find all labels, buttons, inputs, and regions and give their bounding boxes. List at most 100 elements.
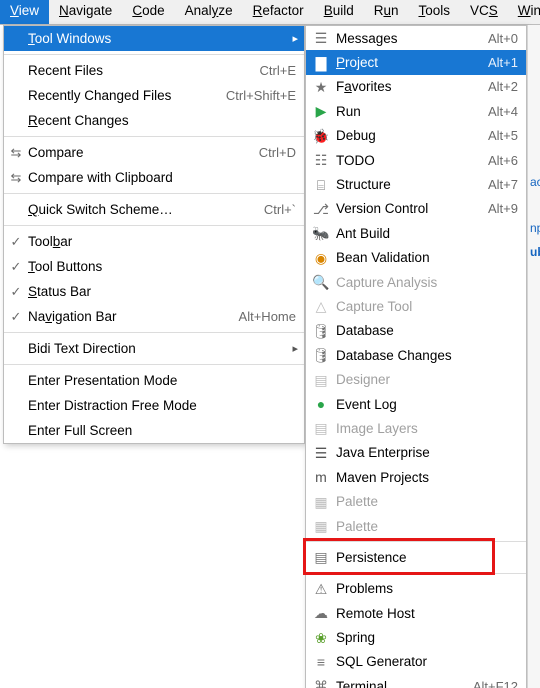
tool-window-favorites[interactable]: ★FavoritesAlt+2	[306, 75, 526, 99]
menu-item-tool-buttons[interactable]: ✓Tool Buttons	[4, 254, 304, 279]
favorites-icon: ★	[312, 78, 330, 96]
check-icon: ✓	[8, 309, 24, 325]
tool-window-structure[interactable]: ⌸StructureAlt+7	[306, 172, 526, 196]
submenu-item-label: Project	[336, 55, 488, 70]
submenu-item-shortcut: Alt+7	[488, 177, 518, 192]
persistence-icon: ▤	[312, 548, 330, 566]
tool-window-java-enterprise[interactable]: ☰Java Enterprise	[306, 441, 526, 465]
menu-item-label: Tool Windows	[28, 31, 296, 46]
tool-window-event-log[interactable]: ● Event Log	[306, 392, 526, 416]
image-layers-icon: ▤	[312, 419, 330, 437]
todo-icon: ☷	[312, 151, 330, 169]
menubar-item-refactor[interactable]: Refactor	[243, 0, 314, 24]
submenu-item-label: Image Layers	[336, 421, 518, 436]
menubar-item-vcs[interactable]: VCS	[460, 0, 508, 24]
menu-item-shortcut: Alt+Home	[231, 309, 296, 324]
event-log-icon: ●	[312, 395, 330, 413]
tool-window-project[interactable]: ▇ ProjectAlt+1	[306, 50, 526, 74]
menu-item-tool-windows[interactable]: Tool Windows▸	[4, 26, 304, 51]
submenu-item-label: Palette	[336, 494, 518, 509]
tool-window-messages[interactable]: ☰MessagesAlt+0	[306, 26, 526, 50]
view-menu-dropdown: Tool Windows▸Recent FilesCtrl+ERecently …	[3, 25, 305, 444]
messages-icon: ☰	[312, 29, 330, 47]
tool-window-run[interactable]: ▶RunAlt+4	[306, 99, 526, 123]
background-strip: ac np ub	[527, 25, 540, 688]
menu-item-enter-distraction-free-mode[interactable]: Enter Distraction Free Mode	[4, 393, 304, 418]
menu-item-label: Compare with Clipboard	[28, 170, 296, 185]
menu-separator	[4, 193, 304, 194]
tool-window-problems[interactable]: ⚠Problems	[306, 577, 526, 601]
submenu-item-label: Capture Analysis	[336, 275, 518, 290]
tool-window-ant-build[interactable]: 🐜Ant Build	[306, 221, 526, 245]
menu-item-enter-full-screen[interactable]: Enter Full Screen	[4, 418, 304, 443]
tool-window-bean-validation[interactable]: ◉ Bean Validation	[306, 246, 526, 270]
tool-window-remote-host[interactable]: ☁Remote Host	[306, 601, 526, 625]
tool-windows-submenu: ☰MessagesAlt+0 ▇ ProjectAlt+1 ★FavoritesAlt…	[305, 25, 527, 688]
menu-item-compare-with-clipboard[interactable]: ⇆ Compare with Clipboard	[4, 165, 304, 190]
menu-item-recent-files[interactable]: Recent FilesCtrl+E	[4, 58, 304, 83]
menu-item-toolbar[interactable]: ✓Toolbar	[4, 229, 304, 254]
compare-icon: ⇆	[8, 145, 24, 161]
submenu-item-label: SQL Generator	[336, 654, 518, 669]
submenu-item-label: Palette	[336, 519, 518, 534]
tool-window-debug[interactable]: 🐞DebugAlt+5	[306, 124, 526, 148]
designer-icon: ▤	[312, 371, 330, 389]
compare-clip-icon: ⇆	[8, 170, 24, 186]
check-icon: ✓	[8, 259, 24, 275]
submenu-item-label: Database Changes	[336, 348, 518, 363]
submenu-item-shortcut: Alt+9	[488, 201, 518, 216]
menubar-item-view[interactable]: View	[0, 0, 49, 24]
menubar-item-analyze[interactable]: Analyze	[175, 0, 243, 24]
submenu-item-shortcut: Alt+4	[488, 104, 518, 119]
menubar-item-navigate[interactable]: Navigate	[49, 0, 122, 24]
tool-window-maven-projects[interactable]: mMaven Projects	[306, 465, 526, 489]
tool-window-image-layers: ▤ Image Layers	[306, 416, 526, 440]
tool-window-todo[interactable]: ☷TODOAlt+6	[306, 148, 526, 172]
tool-window-database[interactable]: 🛢Database	[306, 319, 526, 343]
submenu-item-label: Bean Validation	[336, 250, 518, 265]
tool-window-palette: ▦Palette	[306, 489, 526, 513]
submenu-item-shortcut: Alt+5	[488, 128, 518, 143]
tool-window-spring[interactable]: ❀Spring	[306, 625, 526, 649]
menubar-item-build[interactable]: Build	[314, 0, 364, 24]
debug-icon: 🐞	[312, 127, 330, 145]
menubar-item-code[interactable]: Code	[122, 0, 174, 24]
menu-item-shortcut: Ctrl+Shift+E	[218, 88, 296, 103]
submenu-arrow-icon: ▸	[292, 32, 298, 45]
submenu-item-shortcut: Alt+F12	[473, 679, 518, 688]
submenu-item-label: TODO	[336, 153, 488, 168]
tool-window-terminal[interactable]: ⌘TerminalAlt+F12	[306, 674, 526, 688]
menu-item-recently-changed-files[interactable]: Recently Changed FilesCtrl+Shift+E	[4, 83, 304, 108]
maven-icon: m	[312, 468, 330, 486]
ant-icon: 🐜	[312, 224, 330, 242]
tool-window-version-control[interactable]: ⎇Version ControlAlt+9	[306, 197, 526, 221]
menu-item-compare[interactable]: ⇆CompareCtrl+D	[4, 140, 304, 165]
menu-item-label: Recent Files	[28, 63, 252, 78]
submenu-item-label: Persistence	[336, 550, 518, 565]
run-icon: ▶	[312, 102, 330, 120]
remote-host-icon: ☁	[312, 604, 330, 622]
project-icon: ▇	[312, 54, 330, 72]
menu-item-enter-presentation-mode[interactable]: Enter Presentation Mode	[4, 368, 304, 393]
tool-window-database-changes[interactable]: 🛢Database Changes	[306, 343, 526, 367]
menu-item-quick-switch-scheme-[interactable]: Quick Switch Scheme…Ctrl+`	[4, 197, 304, 222]
menu-item-recent-changes[interactable]: Recent Changes	[4, 108, 304, 133]
menubar-item-window[interactable]: Window	[508, 0, 540, 24]
menu-item-label: Compare	[28, 145, 251, 160]
menu-item-shortcut: Ctrl+E	[252, 63, 296, 78]
menu-item-label: Enter Full Screen	[28, 423, 296, 438]
tool-window-persistence[interactable]: ▤ Persistence	[306, 545, 526, 569]
menubar-item-run[interactable]: Run	[364, 0, 409, 24]
menu-item-bidi-text-direction[interactable]: Bidi Text Direction▸	[4, 336, 304, 361]
menu-item-status-bar[interactable]: ✓Status Bar	[4, 279, 304, 304]
submenu-item-label: Database	[336, 323, 518, 338]
submenu-item-label: Event Log	[336, 397, 518, 412]
submenu-item-shortcut: Alt+1	[488, 55, 518, 70]
tool-window-designer: ▤Designer	[306, 367, 526, 391]
menu-item-label: Bidi Text Direction	[28, 341, 296, 356]
tool-window-sql-generator[interactable]: ≡SQL Generator	[306, 650, 526, 674]
menubar-item-tools[interactable]: Tools	[409, 0, 461, 24]
menu-item-navigation-bar[interactable]: ✓Navigation BarAlt+Home	[4, 304, 304, 329]
java-ee-icon: ☰	[312, 444, 330, 462]
bean-icon: ◉	[312, 249, 330, 267]
